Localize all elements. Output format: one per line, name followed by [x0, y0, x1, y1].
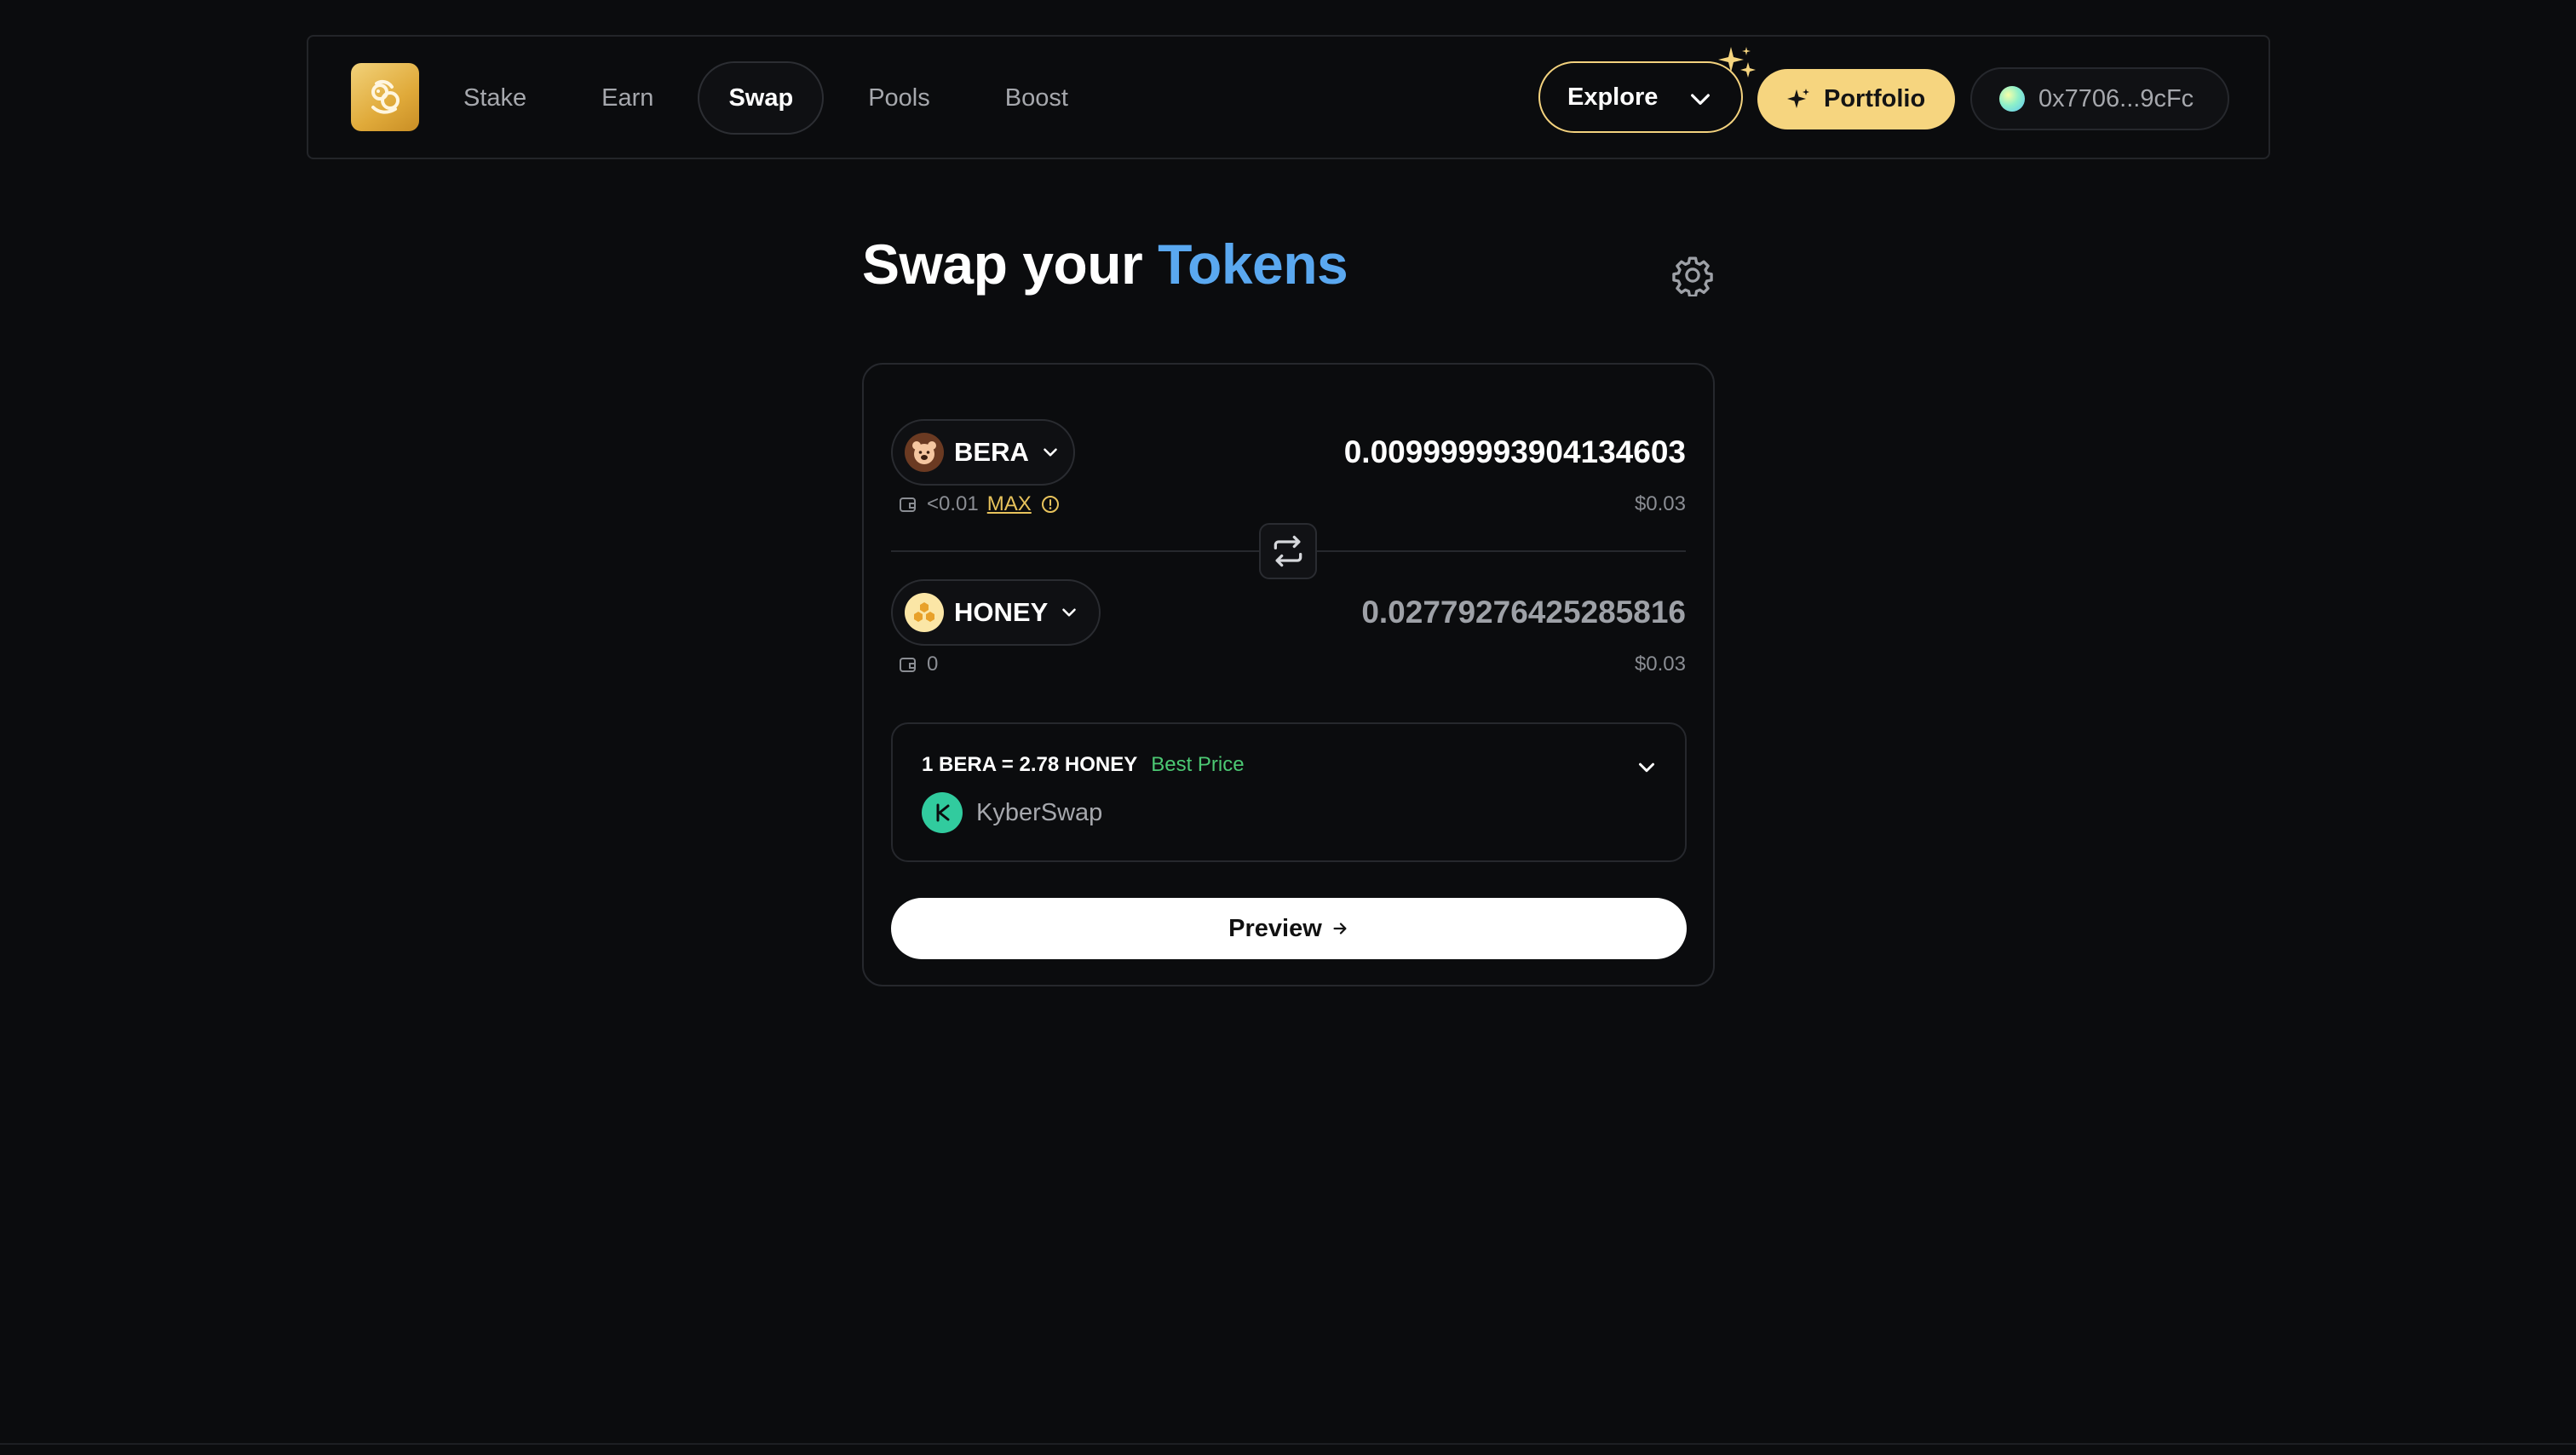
to-token-select[interactable]: HONEY [891, 579, 1101, 646]
explore-button[interactable]: Explore [1538, 61, 1743, 133]
from-token-symbol: BERA [954, 437, 1029, 467]
kyberswap-logo-icon [922, 792, 963, 833]
wallet-button[interactable]: 0x7706...9cFc [1970, 67, 2229, 130]
wallet-icon [900, 497, 916, 512]
from-token-select[interactable]: BERA [891, 419, 1075, 486]
bear-logo-icon [371, 79, 400, 114]
nav-link-boost[interactable]: Boost [975, 61, 1099, 135]
gear-icon[interactable] [1671, 254, 1714, 296]
nav-links: Stake Earn Swap Pools Boost [419, 61, 1099, 135]
wallet-icon [900, 658, 916, 672]
explore-label: Explore [1567, 83, 1659, 111]
to-token-symbol: HONEY [954, 597, 1049, 627]
exchange-rate: 1 BERA = 2.78 HONEY [922, 753, 1138, 776]
sparkle-icon [1718, 47, 1756, 78]
honey-token-icon [905, 593, 944, 632]
page-title-prefix: Swap your [862, 233, 1143, 296]
from-balance-row: <0.01 MAX [898, 492, 1061, 516]
from-amount-input[interactable]: 0.009999993904134603 [1344, 434, 1686, 470]
arrow-right-icon [1333, 923, 1347, 935]
to-amount-output: 0.02779276425285816 [1361, 595, 1686, 630]
portfolio-button[interactable]: Portfolio [1757, 69, 1955, 129]
switch-tokens-button[interactable] [1259, 523, 1317, 579]
nav-link-pools[interactable]: Pools [837, 61, 961, 135]
route-summary[interactable]: 1 BERA = 2.78 HONEY Best Price KyberSwap [891, 722, 1687, 862]
page-title: Swap your Tokens [862, 232, 1348, 296]
swap-direction-icon [1274, 535, 1302, 567]
dex-row: KyberSwap [922, 792, 1102, 833]
info-icon[interactable] [1040, 494, 1061, 515]
top-navbar: Stake Earn Swap Pools Boost Explore Port… [307, 35, 2270, 159]
bera-token-icon [905, 433, 944, 472]
nav-link-swap[interactable]: Swap [698, 61, 825, 135]
from-balance: <0.01 [927, 492, 979, 515]
chevron-down-icon [1691, 94, 1710, 105]
wallet-address: 0x7706...9cFc [2038, 84, 2194, 112]
chevron-down-icon [1044, 448, 1057, 457]
page: Stake Earn Swap Pools Boost Explore Port… [0, 0, 2576, 1455]
wallet-avatar [1999, 86, 2025, 112]
swap-card: BERA 0.009999993904134603 $0.03 <0.01 MA… [862, 363, 1715, 986]
exchange-rate-row: 1 BERA = 2.78 HONEY Best Price [922, 753, 1245, 777]
nav-link-stake[interactable]: Stake [433, 61, 557, 135]
max-button[interactable]: MAX [987, 492, 1032, 516]
dex-name: KyberSwap [976, 798, 1103, 826]
from-usd-value: $0.03 [1634, 492, 1686, 515]
sparkle-icon [1787, 88, 1809, 108]
chevron-down-icon [1062, 608, 1077, 617]
best-price-badge: Best Price [1151, 753, 1245, 776]
nav-link-earn[interactable]: Earn [571, 61, 684, 135]
portfolio-label: Portfolio [1824, 85, 1926, 112]
preview-label: Preview [1228, 914, 1322, 942]
preview-button[interactable]: Preview [891, 898, 1687, 959]
to-balance-row: 0 [898, 653, 938, 676]
app-logo[interactable] [351, 63, 419, 131]
chevron-down-icon[interactable] [1634, 755, 1659, 780]
page-title-accent: Tokens [1158, 233, 1348, 296]
to-usd-value: $0.03 [1634, 653, 1686, 676]
to-balance: 0 [927, 653, 939, 676]
footer-divider [0, 1443, 2576, 1445]
